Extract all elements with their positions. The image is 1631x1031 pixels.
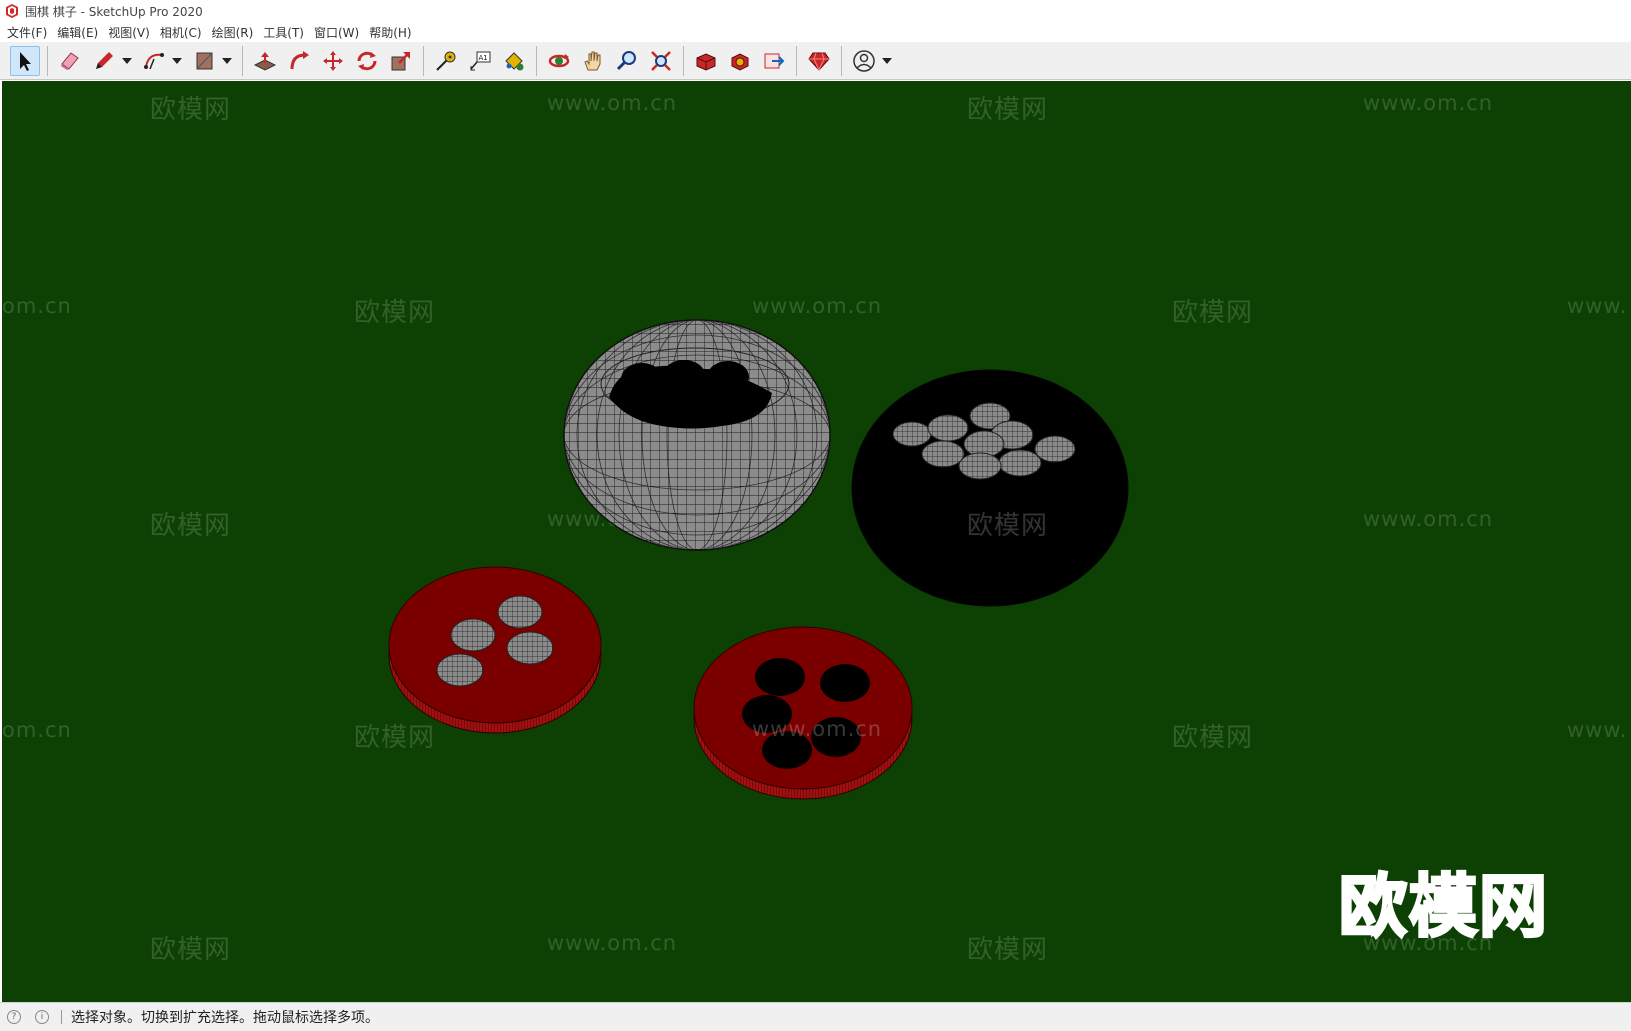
chevron-down-icon bbox=[172, 57, 182, 64]
status-divider bbox=[61, 1010, 62, 1024]
push-pull-icon bbox=[253, 51, 277, 71]
window-title: 围棋 棋子 - SketchUp Pro 2020 bbox=[25, 4, 203, 19]
pan-tool-button[interactable] bbox=[578, 46, 608, 76]
chevron-down-icon bbox=[882, 57, 892, 64]
red-lid-white-stones[interactable] bbox=[388, 566, 602, 734]
geo-location-icon[interactable]: ? bbox=[7, 1010, 21, 1024]
follow-me-tool-button[interactable] bbox=[284, 46, 314, 76]
select-tool-button[interactable] bbox=[10, 45, 40, 76]
move-tool-button[interactable] bbox=[318, 46, 348, 76]
scale-tool-button[interactable] bbox=[386, 46, 416, 76]
white-bowl[interactable] bbox=[563, 319, 831, 551]
text-tool-glyph: A1 bbox=[479, 54, 488, 62]
menu-edit[interactable]: 编辑(E) bbox=[54, 24, 105, 41]
toolbar-separator bbox=[47, 45, 48, 76]
text-icon: A1 bbox=[470, 51, 491, 70]
black-stone bbox=[621, 363, 663, 395]
toolbar-separator bbox=[796, 45, 797, 76]
arc-tool-button[interactable] bbox=[139, 46, 169, 76]
watermark-brand: 欧模网 bbox=[967, 511, 1049, 541]
zoom-icon bbox=[616, 50, 636, 70]
follow-me-icon bbox=[290, 50, 309, 69]
black-stone bbox=[707, 361, 749, 393]
toolbar-separator bbox=[242, 45, 243, 76]
info-icon[interactable]: i bbox=[35, 1010, 49, 1024]
tape-measure-tool-button[interactable] bbox=[431, 46, 461, 76]
orbit-tool-button[interactable] bbox=[544, 46, 574, 76]
red-lid-black-stones[interactable] bbox=[693, 626, 913, 800]
pencil-tool-button[interactable] bbox=[89, 46, 119, 76]
push-pull-tool-button[interactable] bbox=[250, 46, 280, 76]
white-stone bbox=[497, 595, 543, 629]
account-icon bbox=[853, 49, 875, 72]
menu-draw[interactable]: 绘图(R) bbox=[209, 24, 261, 41]
shape-dropdown[interactable] bbox=[221, 46, 233, 76]
rotate-tool-button[interactable] bbox=[352, 46, 382, 76]
zoom-extents-icon bbox=[651, 50, 671, 71]
ruby-console-button[interactable] bbox=[804, 46, 834, 76]
paint-bucket-tool-button[interactable] bbox=[499, 46, 529, 76]
white-stone bbox=[436, 653, 484, 687]
toolbar-separator bbox=[423, 45, 424, 76]
toolbar-separator bbox=[841, 45, 842, 76]
select-icon bbox=[20, 51, 31, 71]
white-stone bbox=[506, 631, 554, 665]
menu-bar: 文件(F) 编辑(E) 视图(V) 相机(C) 绘图(R) 工具(T) 窗口(W… bbox=[0, 22, 1631, 42]
3d-warehouse-button[interactable] bbox=[691, 46, 721, 76]
toolbar-separator bbox=[683, 45, 684, 76]
model-viewport[interactable]: 欧模网 www.om.cn 欧模网 www.om.cn om.cn 欧模网 ww… bbox=[2, 81, 1631, 1002]
menu-window[interactable]: 窗口(W) bbox=[311, 24, 366, 41]
title-bar: 围棋 棋子 - SketchUp Pro 2020 bbox=[0, 0, 1631, 22]
ruby-icon bbox=[808, 52, 830, 71]
menu-view[interactable]: 视图(V) bbox=[105, 24, 157, 41]
chevron-down-icon bbox=[222, 57, 232, 64]
account-button[interactable] bbox=[849, 46, 879, 76]
status-message: 选择对象。切换到扩充选择。拖动鼠标选择多项。 bbox=[71, 1010, 379, 1026]
arc-dropdown[interactable] bbox=[171, 46, 183, 76]
pencil-icon bbox=[96, 51, 113, 69]
move-icon bbox=[323, 50, 343, 71]
menu-tools[interactable]: 工具(T) bbox=[260, 24, 311, 41]
extension-warehouse-button[interactable] bbox=[725, 46, 755, 76]
main-toolbar: A1 bbox=[0, 42, 1631, 80]
menu-camera[interactable]: 相机(C) bbox=[157, 24, 209, 41]
tape-measure-icon bbox=[436, 51, 456, 71]
pan-icon bbox=[584, 51, 601, 70]
toolbar-separator bbox=[536, 45, 537, 76]
sketchup-logo-icon bbox=[6, 4, 18, 18]
black-stone bbox=[663, 360, 705, 390]
zoom-tool-button[interactable] bbox=[612, 46, 642, 76]
shape-tool-button[interactable] bbox=[189, 46, 219, 76]
extension-icon bbox=[731, 52, 749, 71]
black-stone bbox=[755, 658, 805, 696]
watermark-url: www.om.cn bbox=[752, 717, 883, 741]
chevron-down-icon bbox=[122, 57, 132, 64]
arc-icon bbox=[144, 52, 164, 69]
eraser-tool-button[interactable] bbox=[55, 46, 85, 76]
paint-bucket-icon bbox=[505, 51, 524, 70]
white-stone bbox=[450, 618, 496, 652]
account-dropdown[interactable] bbox=[881, 46, 893, 76]
menu-help[interactable]: 帮助(H) bbox=[366, 24, 418, 41]
text-tool-button[interactable]: A1 bbox=[465, 46, 495, 76]
orbit-icon bbox=[548, 53, 570, 67]
warehouse-icon bbox=[696, 52, 716, 71]
pencil-dropdown[interactable] bbox=[121, 46, 133, 76]
black-stone bbox=[820, 664, 870, 702]
eraser-icon bbox=[61, 51, 79, 70]
black-bowl[interactable] bbox=[851, 369, 1129, 607]
status-bar: ? i 选择对象。切换到扩充选择。拖动鼠标选择多项。 bbox=[0, 1002, 1631, 1031]
om-logo: 欧模网 bbox=[1337, 867, 1550, 949]
send-to-layout-button[interactable] bbox=[759, 46, 789, 76]
zoom-extents-tool-button[interactable] bbox=[646, 46, 676, 76]
scale-icon bbox=[391, 51, 410, 70]
shape-icon bbox=[196, 52, 213, 69]
rotate-icon bbox=[357, 51, 377, 70]
menu-file[interactable]: 文件(F) bbox=[4, 24, 54, 41]
send-to-layout-icon bbox=[764, 53, 785, 68]
